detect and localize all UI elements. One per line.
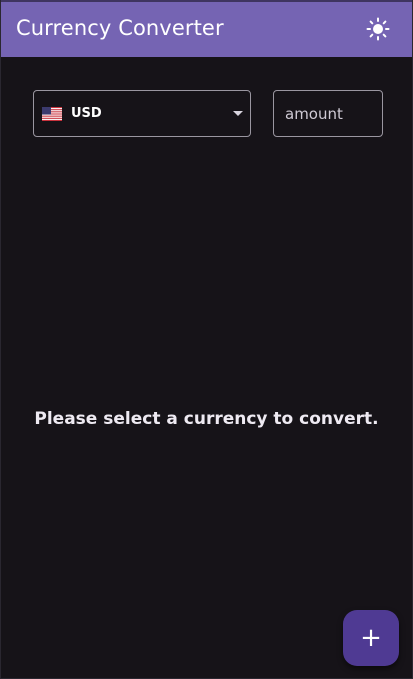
app-bar: Currency Converter [1, 0, 412, 57]
app-title: Currency Converter [16, 16, 224, 40]
currency-select[interactable]: USD [33, 90, 251, 137]
plus-icon: + [360, 623, 382, 653]
add-currency-button[interactable]: + [343, 610, 399, 666]
us-flag-icon [42, 106, 62, 121]
amount-input[interactable] [273, 90, 383, 137]
sun-icon [366, 17, 390, 41]
theme-toggle-button[interactable] [364, 15, 392, 43]
dropdown-caret-icon [233, 111, 243, 116]
selected-currency-label: USD [71, 106, 102, 121]
empty-state-message: Please select a currency to convert. [34, 409, 379, 429]
app-window: Currency Converter USD amount Please sel… [0, 0, 413, 679]
